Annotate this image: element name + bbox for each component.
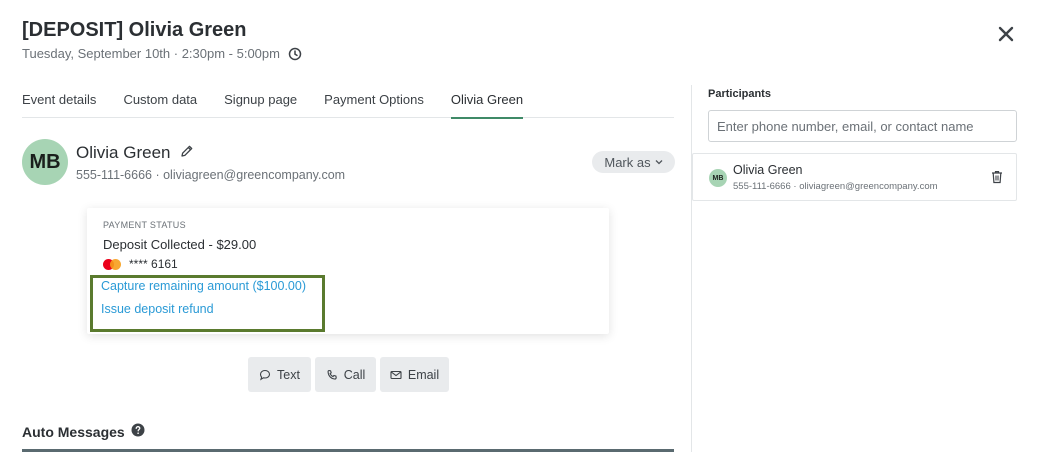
- edit-pencil-icon[interactable]: [180, 143, 194, 163]
- tab-event-details[interactable]: Event details: [22, 82, 96, 118]
- envelope-icon: [390, 370, 402, 379]
- mark-as-button[interactable]: Mark as: [592, 151, 675, 173]
- participant-details: 555-111-6666 · oliviagreen@greencompany.…: [733, 181, 938, 192]
- page-title: [DEPOSIT] Olivia Green: [22, 19, 247, 41]
- avatar: MB: [22, 139, 68, 185]
- payment-status-value: Deposit Collected - $29.00: [103, 237, 257, 252]
- clock-icon[interactable]: [288, 47, 302, 61]
- tab-bar: Event details Custom data Signup page Pa…: [22, 82, 674, 119]
- auto-messages-heading: Auto Messages: [22, 423, 145, 440]
- text-button[interactable]: Text: [248, 357, 311, 392]
- email-button[interactable]: Email: [380, 357, 449, 392]
- card-number: **** 6161: [129, 257, 178, 271]
- event-time-text: Tuesday, September 10th · 2:30pm - 5:00p…: [22, 46, 280, 61]
- tab-participant[interactable]: Olivia Green: [450, 82, 524, 119]
- card-info: **** 6161: [103, 257, 178, 271]
- mastercard-icon: [103, 258, 121, 270]
- text-button-label: Text: [277, 367, 300, 382]
- call-button[interactable]: Call: [315, 357, 376, 392]
- close-button[interactable]: [994, 22, 1018, 46]
- issue-refund-link[interactable]: Issue deposit refund: [101, 302, 214, 316]
- chat-bubble-icon: [259, 369, 271, 381]
- contact-name-text: Olivia Green: [76, 143, 171, 162]
- capture-remaining-link[interactable]: Capture remaining amount ($100.00): [101, 279, 306, 293]
- chevron-down-icon: [655, 160, 663, 165]
- participant-item[interactable]: MB Olivia Green 555-111-6666 · oliviagre…: [692, 153, 1017, 201]
- participant-avatar: MB: [709, 169, 727, 187]
- contact-actions: Text Call Email: [248, 357, 449, 392]
- participant-name: Olivia Green: [733, 163, 803, 177]
- participants-label: Participants: [708, 88, 771, 100]
- participant-search-input[interactable]: [708, 110, 1017, 142]
- payment-status-label: PAYMENT STATUS: [103, 220, 186, 230]
- email-button-label: Email: [407, 367, 440, 382]
- contact-details: 555-111-6666 · oliviagreen@greencompany.…: [76, 168, 346, 182]
- event-time: Tuesday, September 10th · 2:30pm - 5:00p…: [22, 46, 302, 61]
- phone-icon: [327, 369, 337, 380]
- tab-signup-page[interactable]: Signup page: [224, 82, 297, 118]
- tab-payment-options[interactable]: Payment Options: [324, 82, 424, 118]
- call-button-label: Call: [343, 367, 366, 382]
- contact-name: Olivia Green: [76, 143, 194, 163]
- tab-custom-data[interactable]: Custom data: [123, 82, 197, 118]
- close-icon: [998, 26, 1014, 42]
- trash-icon[interactable]: [991, 170, 1003, 189]
- mark-as-label: Mark as: [604, 154, 651, 170]
- panel-divider: [691, 85, 692, 452]
- auto-messages-title: Auto Messages: [22, 423, 125, 440]
- payment-status-card: PAYMENT STATUS Deposit Collected - $29.0…: [87, 208, 609, 334]
- help-icon[interactable]: [131, 423, 145, 440]
